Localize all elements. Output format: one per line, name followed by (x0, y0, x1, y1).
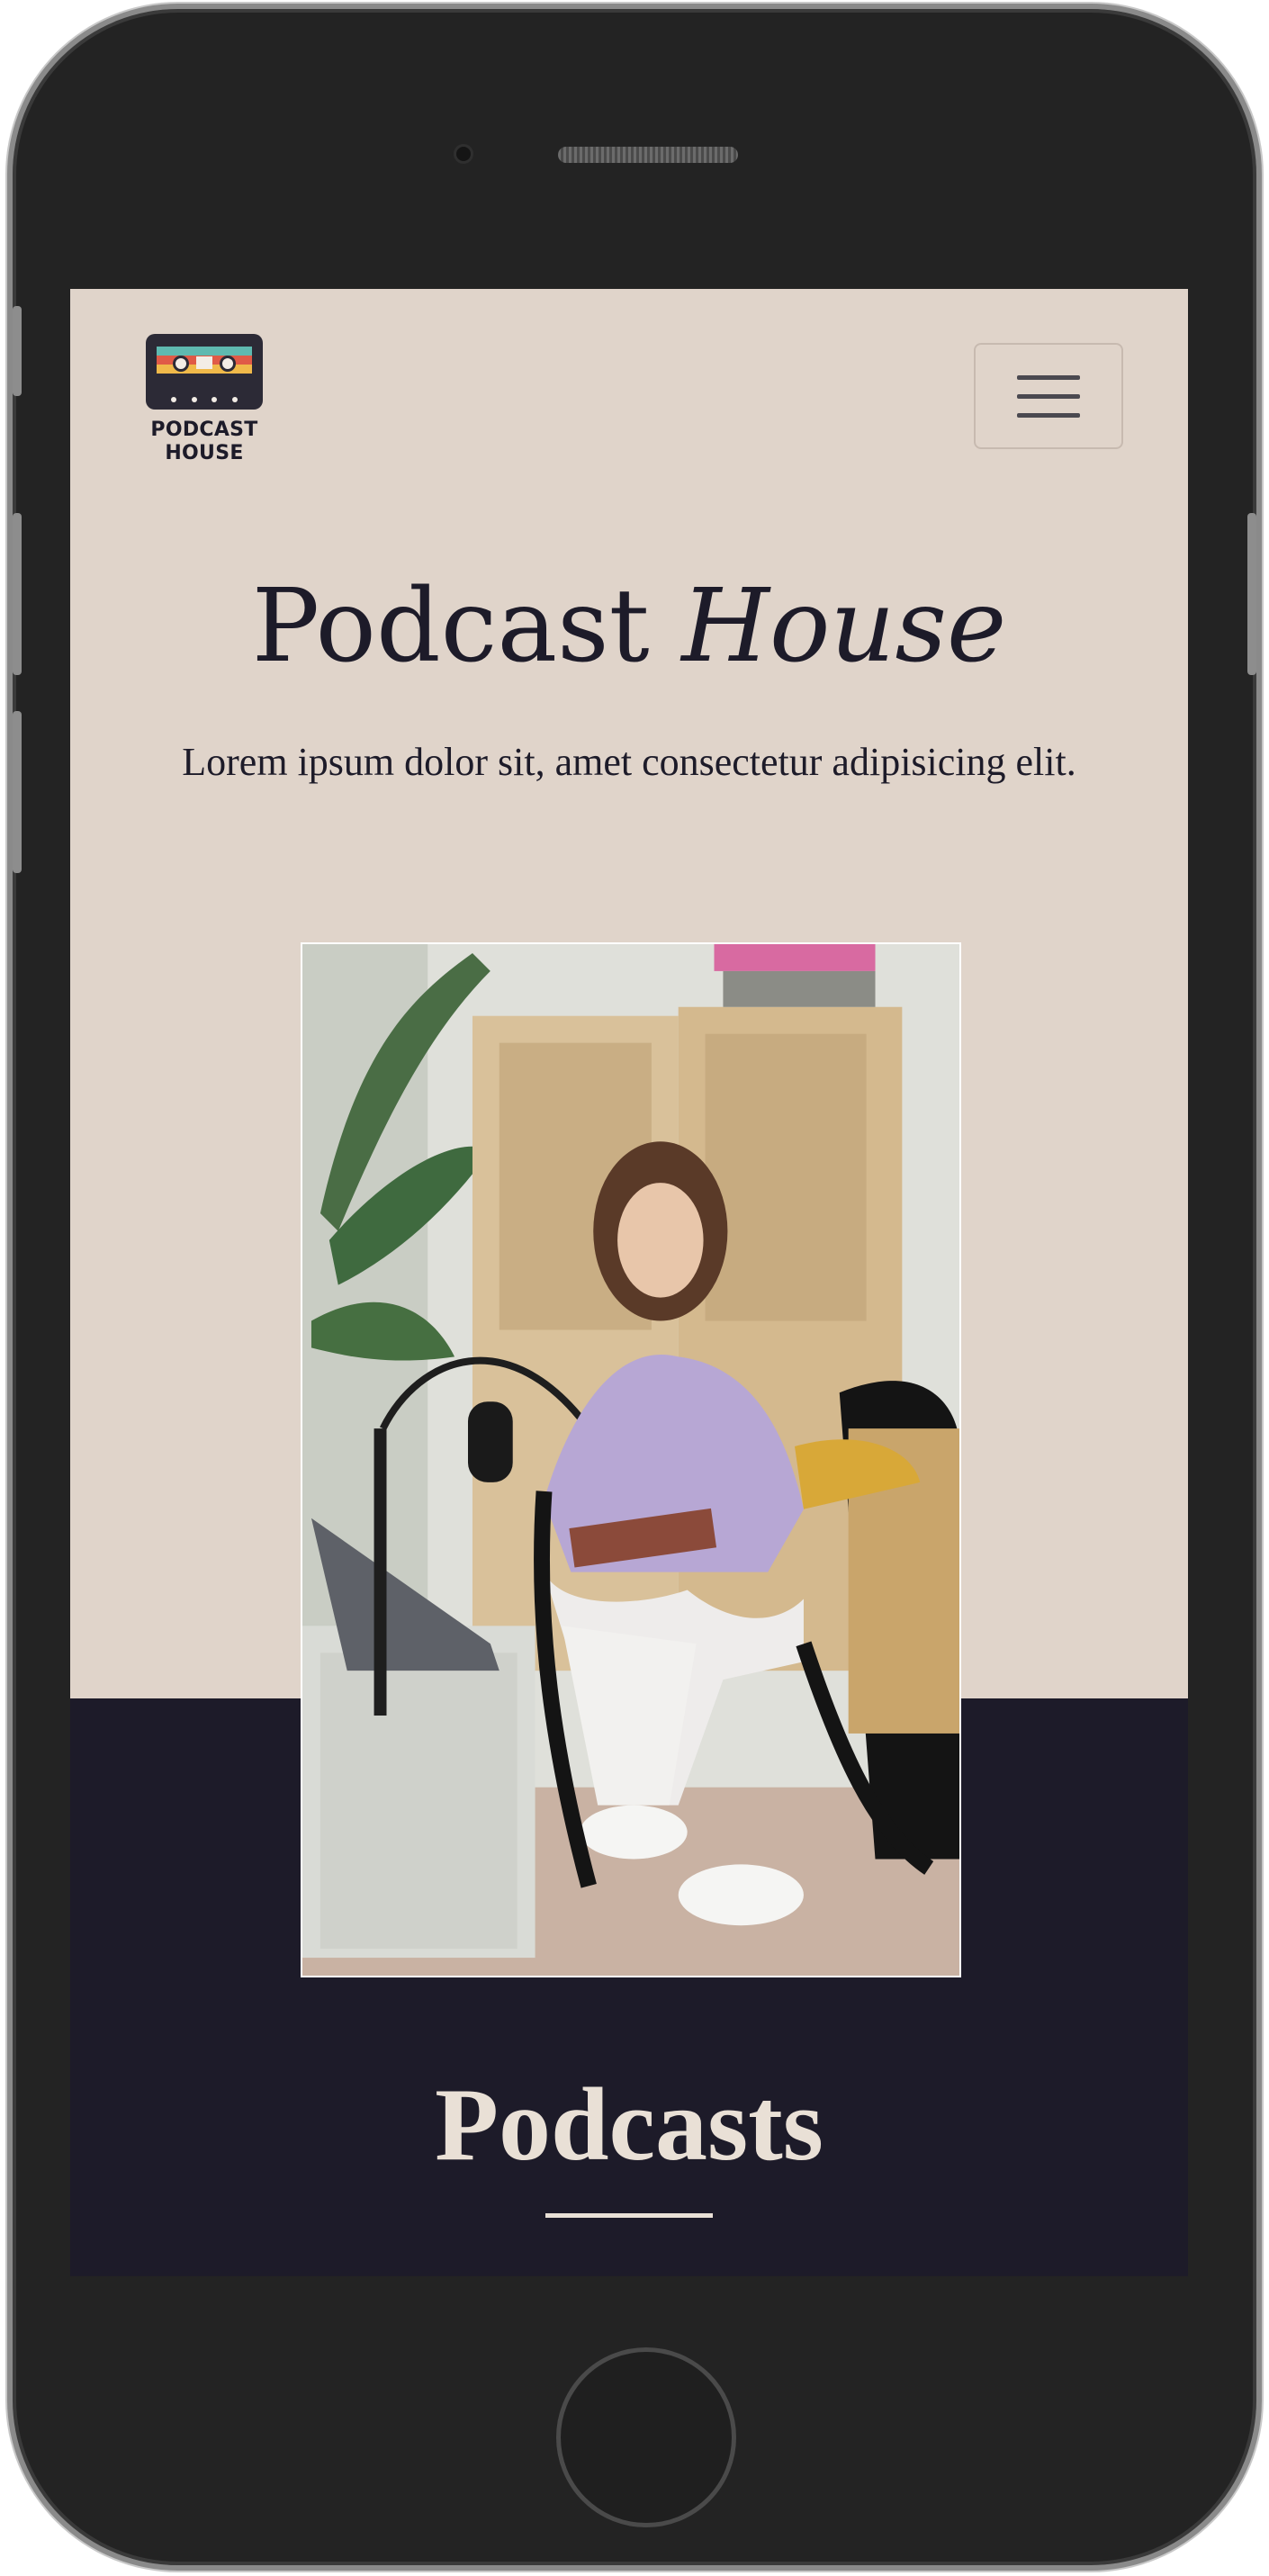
logo-text: PODCAST HOUSE (150, 419, 258, 464)
site-logo[interactable]: PODCAST HOUSE (146, 334, 263, 465)
hero-title-italic: House (681, 568, 1007, 685)
section-title-underline (545, 2213, 713, 2218)
podcaster-photo-icon (302, 944, 959, 1976)
hero-title: Podcast House (70, 568, 1188, 685)
menu-toggle-button[interactable] (974, 343, 1123, 449)
earpiece-speaker (558, 147, 738, 163)
home-button[interactable] (556, 2347, 736, 2527)
section-title: Podcasts (435, 2067, 824, 2183)
cassette-icon (146, 334, 263, 410)
front-camera (454, 144, 473, 164)
hero-photo (301, 942, 961, 1977)
hero-title-regular: Podcast (251, 568, 650, 685)
hamburger-icon-line (1017, 374, 1080, 380)
hero-subtitle: Lorem ipsum dolor sit, amet consectetur … (182, 740, 1076, 784)
power-button (1247, 513, 1256, 675)
volume-up-button (13, 513, 22, 675)
app-screen: PODCAST HOUSE Podcast House Lorem ipsum … (70, 289, 1188, 2276)
mute-switch (13, 306, 22, 396)
hamburger-icon-line (1017, 412, 1080, 418)
hamburger-icon-line (1017, 393, 1080, 399)
volume-down-button (13, 711, 22, 873)
